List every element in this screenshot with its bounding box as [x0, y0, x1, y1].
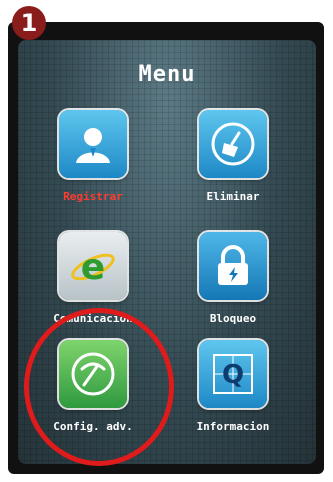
menu-item-label: Registrar — [63, 190, 123, 203]
menu-item-informacion[interactable]: Q Informacion — [168, 340, 298, 436]
svg-text:Q: Q — [222, 360, 244, 390]
user-icon — [59, 110, 127, 178]
menu-item-comunicacion[interactable]: e Comunicacion — [28, 232, 158, 328]
internet-explorer-icon: e — [59, 232, 127, 300]
menu-item-label: Bloqueo — [209, 312, 257, 325]
pickaxe-icon — [59, 340, 127, 408]
menu-item-label: Comunicacion — [53, 312, 133, 325]
menu-title: Menu — [138, 62, 196, 87]
menu-item-label: Informacion — [196, 420, 270, 433]
info-q-icon: Q — [199, 340, 267, 408]
menu-item-config-adv[interactable]: Config. adv. — [28, 340, 158, 436]
menu-item-eliminar[interactable]: Eliminar — [168, 110, 298, 206]
device-screen: Menu Registrar Eliminar e Comunicacion B… — [18, 40, 316, 464]
menu-item-registrar[interactable]: Registrar — [28, 110, 158, 206]
broom-icon — [199, 110, 267, 178]
menu-item-bloqueo[interactable]: Bloqueo — [168, 232, 298, 328]
menu-item-label: Eliminar — [206, 190, 260, 203]
lock-icon — [199, 232, 267, 300]
svg-text:e: e — [81, 247, 105, 288]
step-number-badge: 1 — [12, 6, 46, 40]
menu-item-label: Config. adv. — [53, 420, 133, 433]
